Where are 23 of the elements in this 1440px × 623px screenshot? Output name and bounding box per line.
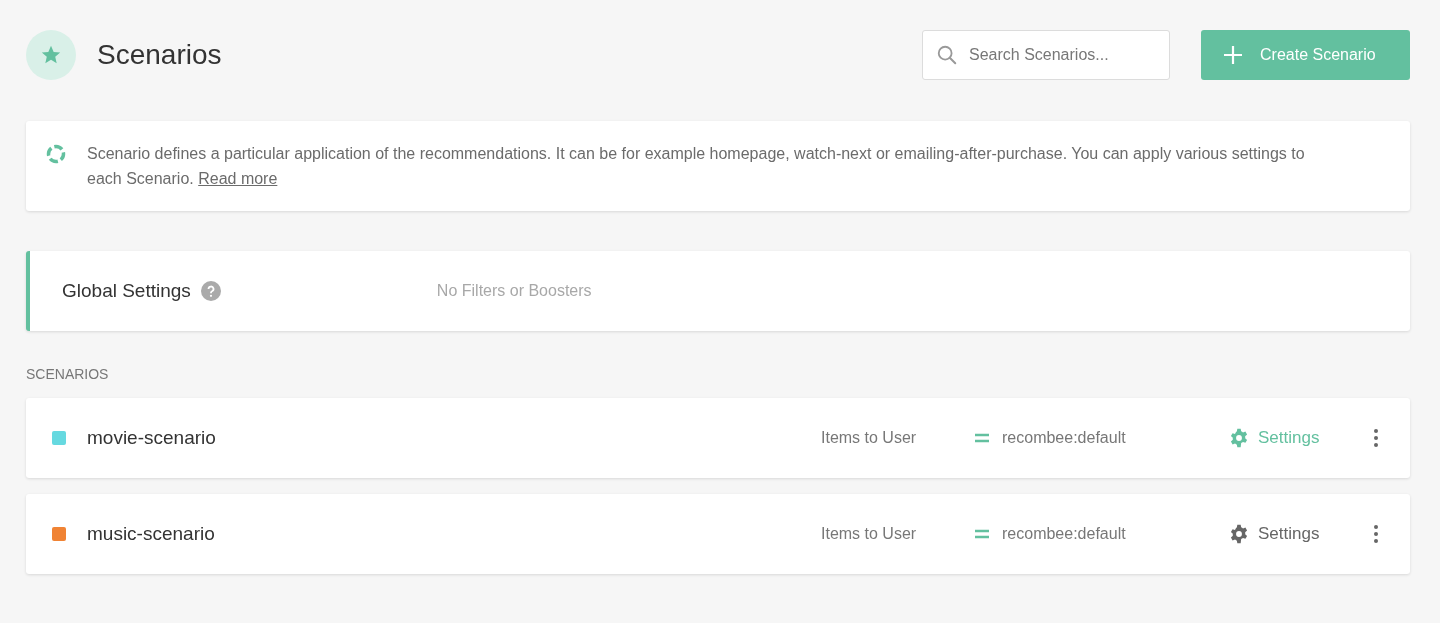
page-title: Scenarios (97, 39, 223, 71)
settings-button[interactable]: Settings (1229, 524, 1320, 544)
gear-icon (1229, 524, 1249, 544)
equals-icon (975, 433, 989, 443)
more-icon[interactable] (1372, 524, 1380, 544)
scenario-name[interactable]: music-scenario (87, 523, 821, 545)
section-heading: SCENARIOS (26, 366, 109, 382)
plus-icon (1223, 45, 1243, 65)
scenario-name[interactable]: movie-scenario (87, 427, 821, 449)
star-badge-icon (26, 30, 76, 80)
info-text: Scenario defines a particular application of the recommendations. It can be for example homepage, watch-next or emailing-after-purchase. You can apply various settings to each Scenario. Read more (87, 144, 1306, 189)
model-name: recombee:default (1002, 525, 1127, 543)
equals-icon (975, 529, 989, 539)
search-field[interactable]: Search Scenarios... (922, 30, 1170, 80)
global-settings-title: Global Settings (62, 280, 191, 302)
ring-icon (46, 144, 66, 164)
scenario-type: Items to User (821, 525, 918, 543)
more-icon[interactable] (1372, 428, 1380, 448)
gear-icon (1229, 428, 1249, 448)
model-name: recombee:default (1002, 429, 1127, 447)
read-more-link[interactable]: Read more (198, 170, 278, 187)
scenario-type: Items to User (821, 429, 918, 447)
global-settings-summary: No Filters or Boosters (436, 282, 592, 300)
